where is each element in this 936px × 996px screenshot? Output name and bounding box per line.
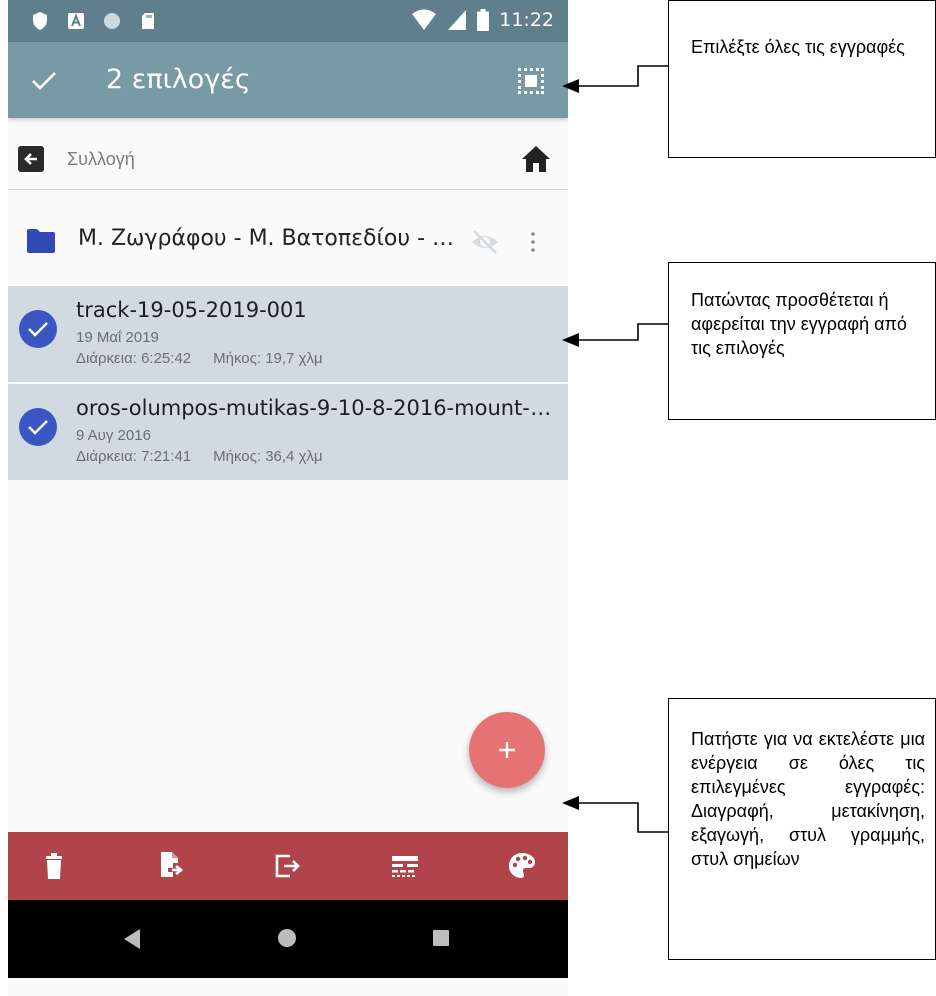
folder-icon <box>27 229 55 253</box>
track-name: track-19-05-2019-001 <box>76 298 307 322</box>
signal-icon <box>448 10 467 30</box>
breadcrumb: Συλλογή <box>8 140 568 190</box>
track-length: Μήκος: 36,4 χλμ <box>213 448 323 465</box>
track-meta: Διάρκεια: 7:21:41 Μήκος: 36,4 χλμ <box>76 448 323 465</box>
shield-icon <box>33 12 47 30</box>
track-duration: Διάρκεια: 7:21:41 <box>76 448 192 465</box>
a-notification-icon <box>68 13 84 29</box>
track-date: 9 Αυγ 2016 <box>76 427 151 444</box>
folder-name: Μ. Ζωγράφου - Μ. Βατοπεδίου - Μ. Π... <box>78 226 460 251</box>
annotation-toggle-selection: Πατώντας προσθέτεται ή αφερείται την εγγ… <box>668 262 936 420</box>
nav-back-icon[interactable] <box>122 928 142 950</box>
palette-icon[interactable] <box>505 849 539 883</box>
wifi-icon <box>412 9 437 30</box>
track-length: Μήκος: 19,7 χλμ <box>213 350 323 367</box>
select-all-icon[interactable] <box>516 66 546 96</box>
system-nav-bar <box>8 900 568 978</box>
folder-row[interactable]: Μ. Ζωγράφου - Μ. Βατοπεδίου - Μ. Π... <box>8 208 568 274</box>
nav-home-icon[interactable] <box>278 929 296 947</box>
annotation-select-all: Επιλέξτε όλες τις εγγραφές <box>668 0 936 158</box>
check-icon[interactable] <box>28 64 60 96</box>
status-bar: 11:22 <box>8 0 568 42</box>
annotation-text: Πατώντας προσθέτεται ή αφερείται την εγγ… <box>691 290 907 358</box>
selected-check-icon[interactable] <box>19 310 57 348</box>
visibility-off-icon[interactable] <box>470 228 500 256</box>
track-duration: Διάρκεια: 6:25:42 <box>76 350 192 367</box>
move-file-icon[interactable] <box>153 849 187 883</box>
circle-icon <box>104 13 120 29</box>
arrow-toggle-selection <box>578 323 668 341</box>
track-date: 19 Μαΐ 2019 <box>76 329 159 346</box>
export-icon[interactable] <box>270 849 304 883</box>
line-style-icon[interactable] <box>388 849 422 883</box>
plus-icon <box>499 742 515 758</box>
more-vert-icon[interactable] <box>528 230 538 254</box>
battery-icon <box>477 9 490 31</box>
arrow-select-all <box>578 65 668 87</box>
annotation-bulk-actions: Πατήστε για να εκτελέστε μια ενέργεια σε… <box>668 698 936 960</box>
home-icon[interactable] <box>520 144 552 174</box>
track-name: oros-olumpos-mutikas-9-10-8-2016-mount-o… <box>76 396 554 420</box>
track-row[interactable]: track-19-05-2019-001 19 Μαΐ 2019 Διάρκει… <box>8 286 568 382</box>
add-fab-button[interactable] <box>469 712 545 788</box>
status-time: 11:22 <box>499 9 554 31</box>
breadcrumb-label[interactable]: Συλλογή <box>67 149 135 170</box>
annotation-text: Επιλέξτε όλες τις εγγραφές <box>691 37 905 57</box>
sd-card-icon <box>142 13 154 29</box>
selection-count-title: 2 επιλογές <box>106 64 251 95</box>
phone-screen: 11:22 2 επιλογές Συλλογή Μ. Ζωγράφου - Μ… <box>8 0 568 996</box>
arrow-bulk-actions <box>578 802 668 833</box>
track-row[interactable]: oros-olumpos-mutikas-9-10-8-2016-mount-o… <box>8 384 568 480</box>
annotation-text: Πατήστε για να εκτελέστε μια ενέργεια σε… <box>691 729 925 869</box>
delete-icon[interactable] <box>37 849 71 883</box>
selected-check-icon[interactable] <box>19 408 57 446</box>
nav-recents-icon[interactable] <box>433 930 449 946</box>
track-meta: Διάρκεια: 6:25:42 Μήκος: 19,7 χλμ <box>76 350 323 367</box>
selection-app-bar: 2 επιλογές <box>8 42 568 118</box>
bulk-action-bar <box>8 832 568 900</box>
back-arrow-icon[interactable] <box>18 146 44 172</box>
